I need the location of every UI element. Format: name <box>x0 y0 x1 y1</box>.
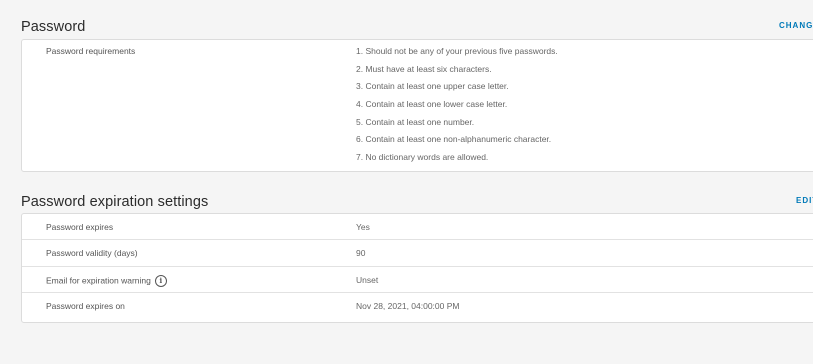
requirement-item: 7. No dictionary words are allowed. <box>356 152 489 163</box>
expiration-warning-email-label: Email for expiration warning i <box>46 274 167 287</box>
password-validity-label: Password validity (days) <box>46 248 138 259</box>
requirement-item: 5. Contain at least one number. <box>356 116 475 127</box>
requirement-item: 3. Contain at least one upper case lette… <box>356 81 509 92</box>
requirement-item: 6. Contain at least one non-alphanumeric… <box>356 134 552 145</box>
requirement-item: 2. Must have at least six characters. <box>356 63 492 74</box>
edit-expiration-button[interactable]: EDIT <box>796 196 813 205</box>
password-expires-value: Yes <box>356 222 370 232</box>
expiration-settings-card: Password expires Yes Password validity (… <box>21 213 813 323</box>
password-requirements-list: 1. Should not be any of your previous fi… <box>356 45 558 169</box>
password-requirements-label: Password requirements <box>46 46 136 56</box>
password-requirements-card: Password requirements 1. Should not be a… <box>21 39 813 172</box>
table-row: Password expires on Nov 28, 2021, 04:00:… <box>22 293 813 319</box>
requirement-item: 1. Should not be any of your previous fi… <box>356 46 558 56</box>
requirement-item: 4. Contain at least one lower case lette… <box>356 99 508 110</box>
expiration-section-title: Password expiration settings <box>21 194 209 210</box>
password-section-title: Password <box>21 19 86 35</box>
expiration-warning-email-value: Unset <box>356 274 379 285</box>
info-icon[interactable]: i <box>154 274 167 287</box>
password-validity-value: 90 <box>356 248 366 259</box>
table-row: Password validity (days) 90 <box>22 240 813 267</box>
password-expires-on-value: Nov 28, 2021, 04:00:00 PM <box>356 301 460 312</box>
password-expires-on-label: Password expires on <box>46 301 125 312</box>
change-password-button[interactable]: CHANGE <box>779 21 813 30</box>
table-row: Password expires Yes <box>22 214 813 241</box>
expiration-warning-email-text: Email for expiration warning <box>46 275 151 286</box>
table-row: Email for expiration warning i Unset <box>22 267 813 294</box>
password-expires-label: Password expires <box>46 222 114 232</box>
